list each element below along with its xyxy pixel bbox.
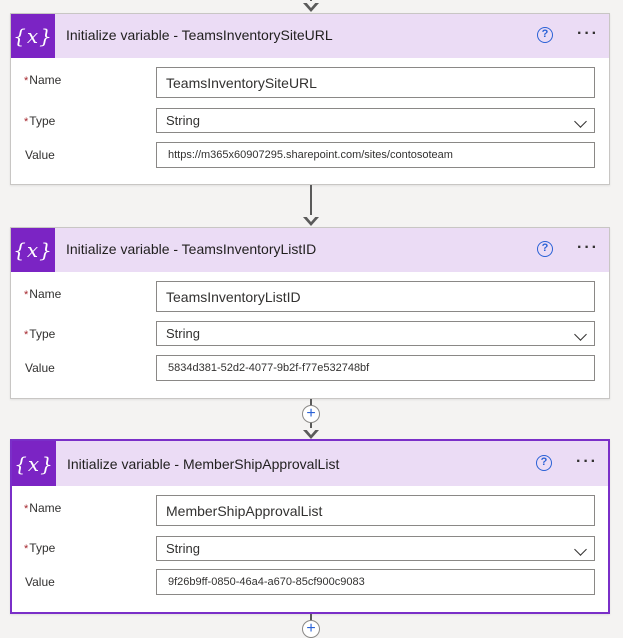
add-step-button[interactable]: + bbox=[302, 405, 320, 423]
card-header[interactable]: {x} Initialize variable - MemberShipAppr… bbox=[12, 441, 608, 486]
value-label: Value bbox=[25, 361, 55, 375]
value-input-text: 9f26b9ff-0850-46a4-a670-85cf900c9083 bbox=[168, 576, 365, 588]
action-card-site-url[interactable]: {x} Initialize variable - TeamsInventory… bbox=[10, 13, 610, 185]
help-icon[interactable]: ? bbox=[537, 27, 553, 43]
required-marker: * bbox=[24, 543, 29, 555]
type-dropdown[interactable]: String bbox=[156, 536, 595, 561]
arrow-down-icon bbox=[303, 215, 319, 226]
type-dropdown[interactable]: String bbox=[156, 108, 595, 133]
arrow-down-icon bbox=[303, 428, 319, 439]
type-label-text: Type bbox=[29, 327, 56, 341]
type-label: *Type bbox=[24, 327, 55, 341]
help-icon[interactable]: ? bbox=[536, 455, 552, 471]
arrow-down-icon bbox=[303, 1, 319, 12]
required-marker: * bbox=[24, 329, 29, 341]
name-input-value: TeamsInventoryListID bbox=[166, 288, 301, 305]
type-label-text: Type bbox=[29, 541, 56, 555]
name-label: *Name bbox=[24, 501, 61, 515]
variable-icon: {x} bbox=[12, 441, 56, 486]
name-input[interactable]: TeamsInventoryListID bbox=[156, 281, 595, 312]
name-label: *Name bbox=[24, 287, 61, 301]
value-label: Value bbox=[25, 148, 55, 162]
name-input[interactable]: TeamsInventorySiteURL bbox=[156, 67, 595, 98]
variable-icon: {x} bbox=[11, 228, 55, 272]
required-marker: * bbox=[24, 116, 29, 128]
type-label: *Type bbox=[24, 114, 55, 128]
value-input-text: https://m365x60907295.sharepoint.com/sit… bbox=[168, 149, 453, 161]
help-icon[interactable]: ? bbox=[537, 241, 553, 257]
value-input[interactable]: 5834d381-52d2-4077-9b2f-f77e532748bf bbox=[156, 355, 595, 381]
name-label-text: Name bbox=[29, 73, 62, 87]
chevron-down-icon bbox=[574, 328, 587, 341]
action-card-membership-list[interactable]: {x} Initialize variable - MemberShipAppr… bbox=[10, 439, 610, 614]
action-card-list-id[interactable]: {x} Initialize variable - TeamsInventory… bbox=[10, 227, 610, 399]
type-label: *Type bbox=[24, 541, 55, 555]
card-header[interactable]: {x} Initialize variable - TeamsInventory… bbox=[11, 228, 609, 272]
more-options-icon[interactable]: ··· bbox=[576, 454, 598, 470]
variable-icon: {x} bbox=[11, 14, 55, 58]
card-title[interactable]: Initialize variable - TeamsInventorySite… bbox=[66, 27, 333, 43]
name-label-text: Name bbox=[29, 287, 62, 301]
required-marker: * bbox=[24, 75, 29, 87]
value-label: Value bbox=[25, 575, 55, 589]
card-header[interactable]: {x} Initialize variable - TeamsInventory… bbox=[11, 14, 609, 58]
type-label-text: Type bbox=[29, 114, 56, 128]
required-marker: * bbox=[24, 503, 29, 515]
value-input[interactable]: https://m365x60907295.sharepoint.com/sit… bbox=[156, 142, 595, 168]
chevron-down-icon bbox=[574, 115, 587, 128]
more-options-icon[interactable]: ··· bbox=[577, 240, 599, 256]
card-title[interactable]: Initialize variable - MemberShipApproval… bbox=[67, 456, 339, 472]
value-input-text: 5834d381-52d2-4077-9b2f-f77e532748bf bbox=[168, 362, 370, 374]
name-label: *Name bbox=[24, 73, 61, 87]
chevron-down-icon bbox=[574, 543, 587, 556]
card-title[interactable]: Initialize variable - TeamsInventoryList… bbox=[66, 241, 316, 257]
name-input-value: TeamsInventorySiteURL bbox=[166, 74, 317, 91]
value-input[interactable]: 9f26b9ff-0850-46a4-a670-85cf900c9083 bbox=[156, 569, 595, 595]
more-options-icon[interactable]: ··· bbox=[577, 26, 599, 42]
type-dropdown-value: String bbox=[166, 326, 200, 341]
required-marker: * bbox=[24, 289, 29, 301]
add-step-button[interactable]: + bbox=[302, 620, 320, 638]
name-input-value: MemberShipApprovalList bbox=[166, 502, 323, 519]
name-label-text: Name bbox=[29, 501, 62, 515]
type-dropdown-value: String bbox=[166, 541, 200, 556]
type-dropdown[interactable]: String bbox=[156, 321, 595, 346]
type-dropdown-value: String bbox=[166, 113, 200, 128]
name-input[interactable]: MemberShipApprovalList bbox=[156, 495, 595, 526]
